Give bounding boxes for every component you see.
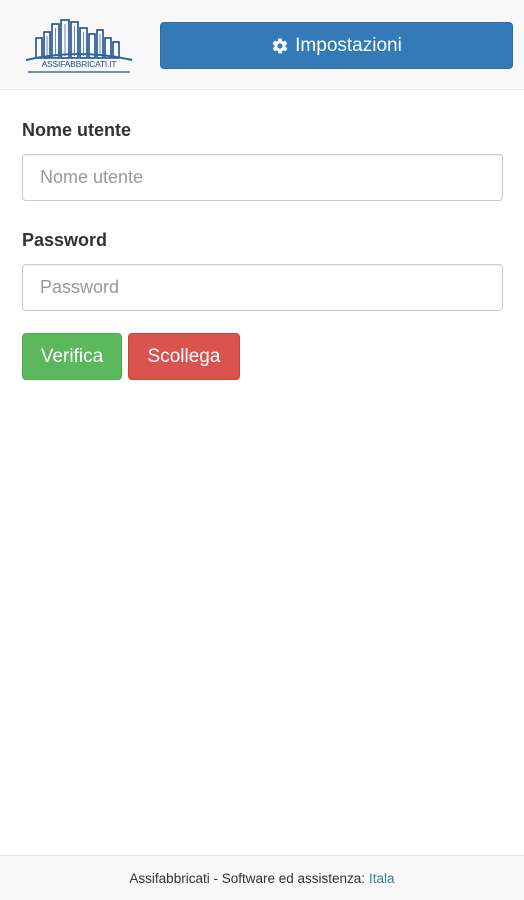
username-group: Nome utente	[22, 118, 503, 201]
logo-underline	[28, 71, 130, 73]
footer-text: Assifabbricati - Software ed assistenza:	[129, 870, 366, 886]
footer-link[interactable]: Itala	[369, 871, 395, 886]
logo-buildings-icon	[25, 19, 133, 61]
page: ASSIFABBRICATI.IT Impostazioni Nome uten…	[0, 0, 524, 900]
header: ASSIFABBRICATI.IT Impostazioni	[0, 0, 524, 90]
footer: Assifabbricati - Software ed assistenza:…	[0, 855, 524, 900]
form-buttons: Verifica Scollega	[22, 333, 503, 380]
logo: ASSIFABBRICATI.IT	[22, 14, 136, 74]
logo-text: ASSIFABBRICATI.IT	[41, 59, 117, 69]
gear-icon	[271, 37, 289, 55]
login-form: Nome utente Password Verifica Scollega	[22, 118, 503, 380]
password-input[interactable]	[22, 264, 503, 311]
username-label: Nome utente	[22, 120, 132, 140]
password-label: Password	[22, 230, 108, 250]
verify-button[interactable]: Verifica	[22, 333, 122, 380]
password-group: Password	[22, 228, 503, 311]
disconnect-button[interactable]: Scollega	[128, 333, 240, 380]
username-input[interactable]	[22, 154, 503, 201]
settings-button-label: Impostazioni	[295, 34, 402, 56]
settings-button[interactable]: Impostazioni	[160, 22, 513, 69]
